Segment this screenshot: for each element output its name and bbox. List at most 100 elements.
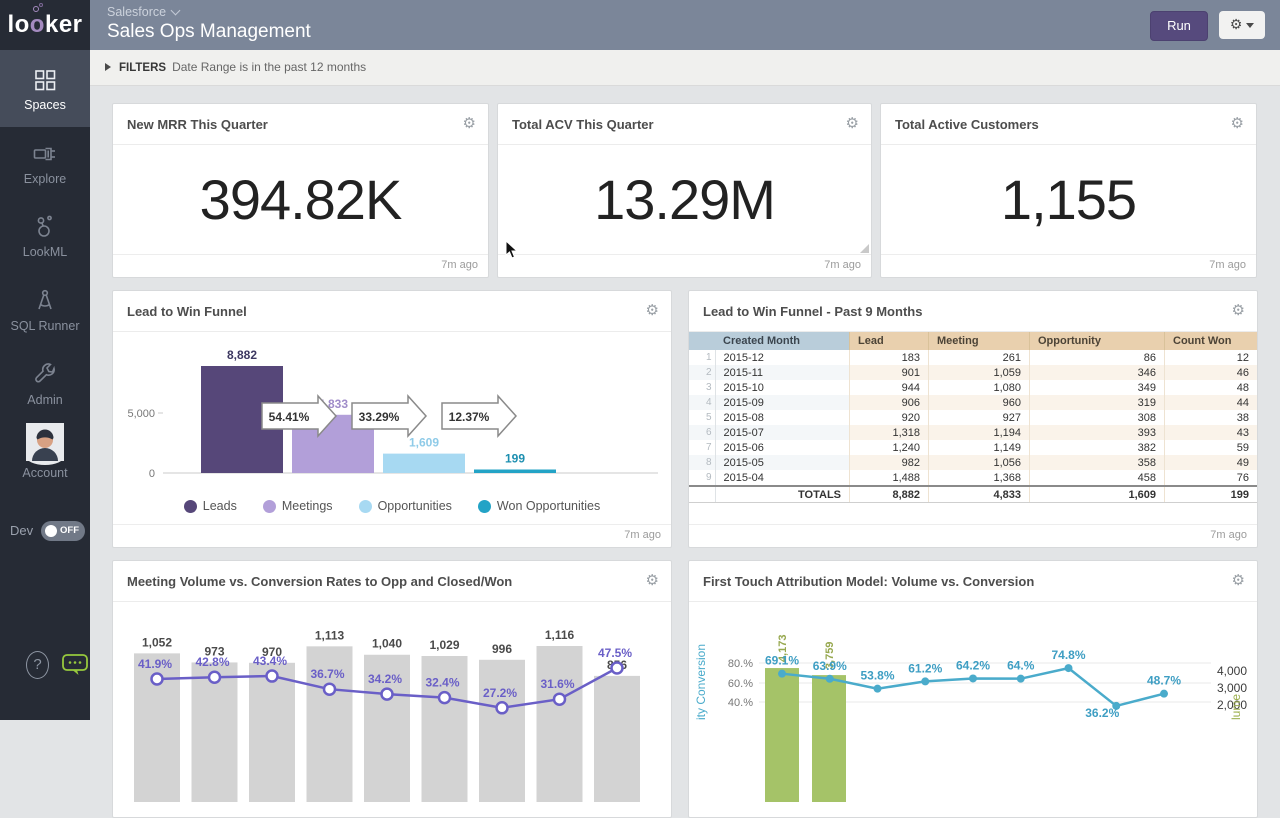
legend-item[interactable]: Meetings <box>263 499 333 513</box>
tile-gear-icon[interactable]: ⚙ <box>1232 301 1245 319</box>
tile-title[interactable]: Total ACV This Quarter <box>512 117 654 132</box>
attribution-chart[interactable]: 80.%60.%40.%4,0003,0002,000ity Conversio… <box>689 602 1257 802</box>
legend-item[interactable]: Won Opportunities <box>478 499 600 513</box>
meeting-volume-chart[interactable]: 1,0529739701,1131,0401,0299961,11685641.… <box>113 602 671 802</box>
tile-gear-icon[interactable]: ⚙ <box>846 114 859 132</box>
tile-age: 7m ago <box>1210 529 1247 541</box>
chat-icon[interactable] <box>60 651 90 679</box>
value-cell: 1,240 <box>850 440 929 455</box>
value-cell: 1,056 <box>929 455 1030 470</box>
svg-text:1,029: 1,029 <box>429 638 459 652</box>
svg-text:4,000: 4,000 <box>1217 664 1247 678</box>
month-cell: 2015-06 <box>715 440 850 455</box>
svg-text:31.6%: 31.6% <box>540 677 574 691</box>
tile-age: 7m ago <box>441 259 478 271</box>
legend-dot <box>478 500 491 513</box>
month-cell: 2015-08 <box>715 410 850 425</box>
column-header[interactable]: Lead <box>850 332 929 350</box>
svg-text:1,052: 1,052 <box>142 635 172 649</box>
funnel-table[interactable]: Created MonthLeadMeetingOpportunityCount… <box>689 332 1257 503</box>
svg-text:64.2%: 64.2% <box>956 658 990 672</box>
sidebar-item-admin[interactable]: Admin <box>0 361 90 407</box>
month-cell: 2015-12 <box>715 350 850 365</box>
svg-text:53.8%: 53.8% <box>860 669 894 683</box>
svg-text:1,116: 1,116 <box>545 628 575 642</box>
value-cell: 982 <box>850 455 929 470</box>
run-button[interactable]: Run <box>1150 11 1208 41</box>
tile-gear-icon[interactable]: ⚙ <box>1231 114 1244 132</box>
value-cell: 920 <box>850 410 929 425</box>
column-header[interactable]: Created Month <box>715 332 850 350</box>
value-cell: 49 <box>1165 455 1258 470</box>
space-breadcrumb[interactable]: Salesforce <box>107 5 179 19</box>
month-cell: 2015-05 <box>715 455 850 470</box>
sidebar-item-label: Spaces <box>0 98 90 112</box>
tile-gear-icon[interactable]: ⚙ <box>646 301 659 319</box>
filters-bar[interactable]: FILTERS Date Range is in the past 12 mont… <box>90 50 1280 86</box>
legend-label: Opportunities <box>378 499 452 513</box>
totals-row: TOTALS8,8824,8331,609199 <box>689 486 1257 503</box>
value-cell: 358 <box>1030 455 1165 470</box>
caret-down-icon <box>1246 23 1254 28</box>
legend-dot <box>263 500 276 513</box>
legend-item[interactable]: Opportunities <box>359 499 452 513</box>
tile-title[interactable]: New MRR This Quarter <box>127 117 268 132</box>
tile-title[interactable]: Lead to Win Funnel <box>127 304 247 319</box>
tile-title[interactable]: Lead to Win Funnel - Past 9 Months <box>703 304 922 319</box>
tile-title[interactable]: First Touch Attribution Model: Volume vs… <box>703 574 1034 589</box>
dashboard-settings-button[interactable]: ⚙ <box>1219 11 1265 39</box>
filters-summary: Date Range is in the past 12 months <box>172 60 366 74</box>
svg-text:32.4%: 32.4% <box>425 676 459 690</box>
svg-text:36.2%: 36.2% <box>1085 706 1119 720</box>
column-header[interactable]: Count Won <box>1165 332 1258 350</box>
avatar <box>26 448 64 465</box>
tile-title[interactable]: Total Active Customers <box>895 117 1039 132</box>
svg-text:69.1%: 69.1% <box>765 654 799 668</box>
tile-age: 7m ago <box>1209 259 1246 271</box>
sidebar-item-label: Explore <box>0 172 90 186</box>
value-cell: 59 <box>1165 440 1258 455</box>
month-cell: 2015-10 <box>715 380 850 395</box>
tile-gear-icon[interactable]: ⚙ <box>1232 571 1245 589</box>
table-row: 32015-109441,08034948 <box>689 380 1257 395</box>
value-cell: 183 <box>850 350 929 365</box>
legend-item[interactable]: Leads <box>184 499 237 513</box>
sidebar-item-lookml[interactable]: LookML <box>0 213 90 259</box>
svg-text:lume: lume <box>1229 694 1243 720</box>
funnel-chart[interactable]: 5,00008,8824,8331,60919954.41%33.29%12.3… <box>113 332 671 492</box>
sidebar-item-explore[interactable]: Explore <box>0 140 90 186</box>
filters-label: FILTERS <box>119 62 166 74</box>
sidebar-item-spaces[interactable]: Spaces <box>0 50 90 127</box>
dev-mode-toggle[interactable]: OFF <box>41 521 85 541</box>
sidebar-item-label: LookML <box>0 245 90 259</box>
kpi-value: 13.29M <box>498 144 871 255</box>
tile-gear-icon[interactable]: ⚙ <box>646 571 659 589</box>
column-header[interactable]: Meeting <box>929 332 1030 350</box>
value-cell: 393 <box>1030 425 1165 440</box>
svg-text:5,000: 5,000 <box>127 408 155 420</box>
column-header[interactable]: Opportunity <box>1030 332 1165 350</box>
toggle-state: OFF <box>60 525 79 536</box>
sidebar-item-sql-runner[interactable]: SQL Runner <box>0 287 90 333</box>
looker-logo[interactable]: looker <box>0 0 90 50</box>
table-row: 72015-061,2401,14938259 <box>689 440 1257 455</box>
svg-text:0: 0 <box>149 468 155 480</box>
value-cell: 906 <box>850 395 929 410</box>
legend-label: Meetings <box>282 499 333 513</box>
tile-gear-icon[interactable]: ⚙ <box>463 114 476 132</box>
tile-resize-handle[interactable] <box>860 244 869 253</box>
svg-text:34.2%: 34.2% <box>368 672 402 686</box>
sidebar-item-account[interactable]: Account <box>0 423 90 480</box>
value-cell: 458 <box>1030 470 1165 486</box>
funnel-legend: Leads Meetings Opportunities Won Opportunit… <box>113 492 671 520</box>
value-cell: 46 <box>1165 365 1258 380</box>
svg-text:1,609: 1,609 <box>409 436 439 450</box>
value-cell: 1,318 <box>850 425 929 440</box>
help-icon[interactable]: ? <box>26 651 49 679</box>
value-cell: 44 <box>1165 395 1258 410</box>
table-row: 62015-071,3181,19439343 <box>689 425 1257 440</box>
kpi-value: 394.82K <box>113 144 488 255</box>
tile-title[interactable]: Meeting Volume vs. Conversion Rates to O… <box>127 574 512 589</box>
table-row: 12015-121832618612 <box>689 350 1257 365</box>
svg-text:64.%: 64.% <box>1007 659 1035 673</box>
